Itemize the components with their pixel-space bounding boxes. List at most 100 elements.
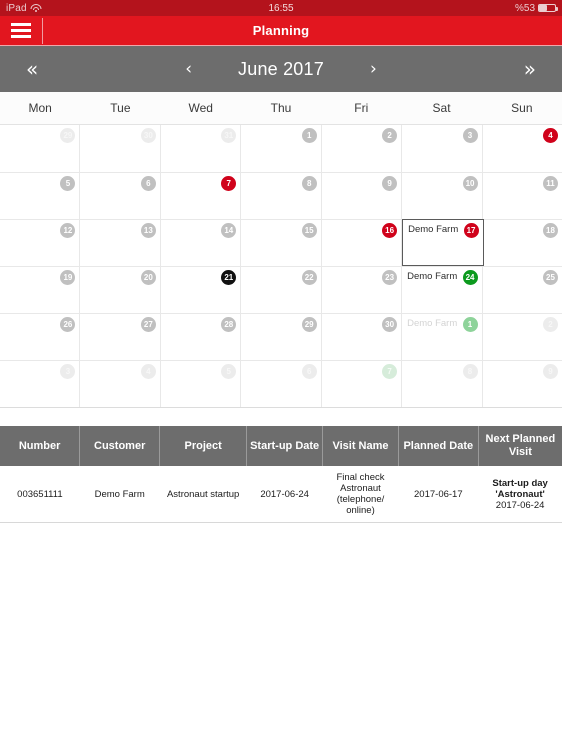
- calendar-day-cell[interactable]: 13: [80, 220, 161, 266]
- day-number-badge: 4: [140, 364, 156, 379]
- day-number-badge: 9: [382, 176, 398, 191]
- cell-customer: Demo Farm: [79, 466, 160, 523]
- cell-startup-date: 2017-06-24: [246, 466, 323, 523]
- day-number-badge: 2: [382, 128, 398, 143]
- column-header-start-up-date[interactable]: Start-up Date: [246, 426, 324, 466]
- previous-month-button[interactable]: ‹: [185, 60, 192, 78]
- weekday-label-sun: Sun: [511, 101, 533, 115]
- calendar-day-cell[interactable]: 4: [80, 361, 161, 407]
- weekday-label-fri: Fri: [354, 101, 369, 115]
- column-header-project[interactable]: Project: [159, 426, 248, 466]
- calendar-day-cell[interactable]: 8: [241, 173, 322, 219]
- calendar-day-cell[interactable]: 9: [321, 173, 403, 219]
- month-navigation-toolbar: « ‹ June 2017 › »: [0, 46, 562, 92]
- weekday-label-wed: Wed: [188, 101, 213, 115]
- calendar-day-cell[interactable]: 31: [160, 125, 242, 172]
- current-month-label: June 2017: [238, 58, 324, 79]
- app-navbar: Planning: [0, 16, 562, 46]
- column-header-number[interactable]: Number: [0, 426, 81, 466]
- calendar-day-cell[interactable]: 29: [241, 314, 322, 360]
- calendar-day-cell[interactable]: 29: [0, 125, 81, 172]
- table-header: Number Customer Project Start-up Date Visit …: [0, 426, 562, 466]
- calendar-day-cell[interactable]: 1: [241, 125, 322, 172]
- calendar-day-cell[interactable]: 7: [321, 361, 403, 407]
- next-visit-title: Start-up day 'Astronaut': [492, 477, 548, 500]
- day-number-badge: 12: [60, 223, 76, 238]
- calendar-day-cell[interactable]: 4: [482, 125, 562, 172]
- calendar-day-cell[interactable]: 27: [80, 314, 161, 360]
- calendar-day-cell[interactable]: 6: [241, 361, 322, 407]
- day-number-badge: 8: [462, 364, 478, 379]
- next-year-button[interactable]: »: [524, 59, 536, 79]
- calendar-day-cell[interactable]: 15: [241, 220, 322, 266]
- calendar-week-row: 29 30 31 1 2 3 4: [0, 125, 562, 172]
- day-number-badge: 21: [221, 270, 237, 285]
- table-header-row: Number Customer Project Start-up Date Visit …: [0, 426, 562, 466]
- calendar-day-cell[interactable]: 28: [160, 314, 242, 360]
- calendar-week-row: 26 27 28 29 30 Demo Farm 1 2: [0, 313, 562, 360]
- calendar-day-cell[interactable]: 25: [482, 267, 562, 313]
- calendar-day-cell[interactable]: 9: [482, 361, 562, 407]
- day-number-badge: 7: [221, 176, 237, 191]
- cell-planned-date: 2017-06-17: [398, 466, 479, 523]
- calendar-day-cell[interactable]: 10: [402, 173, 483, 219]
- day-number-badge: 25: [542, 270, 558, 285]
- calendar-day-cell[interactable]: Demo Farm 1: [402, 314, 483, 360]
- column-header-customer[interactable]: Customer: [79, 426, 161, 466]
- cell-visit-name: Final check Astronaut (telephone/ online…: [322, 466, 399, 523]
- calendar-day-cell[interactable]: 14: [160, 220, 242, 266]
- calendar-day-cell[interactable]: 11: [482, 173, 562, 219]
- calendar-day-cell[interactable]: 18: [482, 220, 562, 266]
- calendar-day-cell[interactable]: 30: [321, 314, 403, 360]
- calendar-day-cell[interactable]: 3: [0, 361, 81, 407]
- calendar-day-cell[interactable]: 22: [241, 267, 322, 313]
- column-header-visit-name[interactable]: Visit Name: [322, 426, 399, 466]
- calendar-day-cell[interactable]: 20: [80, 267, 161, 313]
- day-number-badge: 17: [463, 223, 479, 238]
- day-number-badge: 9: [542, 364, 558, 379]
- calendar-day-cell[interactable]: 5: [160, 361, 242, 407]
- previous-year-button[interactable]: «: [26, 59, 38, 79]
- day-number-badge: 30: [140, 128, 156, 143]
- day-number-badge: 5: [60, 176, 76, 191]
- table-row[interactable]: 003651111 Demo Farm Astronaut startup 2017-…: [0, 466, 562, 523]
- calendar-day-cell[interactable]: 8: [402, 361, 483, 407]
- calendar-day-cell[interactable]: 23: [321, 267, 403, 313]
- calendar-day-cell[interactable]: Demo Farm 24: [402, 267, 483, 313]
- calendar-day-cell[interactable]: 2: [321, 125, 403, 172]
- calendar-day-cell[interactable]: 16: [321, 220, 403, 266]
- calendar-day-cell[interactable]: 12: [0, 220, 81, 266]
- day-number-badge: 3: [60, 364, 76, 379]
- column-header-next-planned-visit[interactable]: Next Planned Visit: [478, 426, 562, 466]
- ios-status-bar: iPad 16:55 %53: [0, 0, 562, 16]
- day-number-badge: 11: [542, 176, 558, 191]
- day-number-badge: 20: [140, 270, 156, 285]
- navbar-divider: [42, 17, 43, 44]
- calendar-day-cell[interactable]: 5: [0, 173, 81, 219]
- calendar-day-cell[interactable]: 7: [160, 173, 242, 219]
- calendar-day-cell[interactable]: 6: [80, 173, 161, 219]
- column-header-planned-date[interactable]: Planned Date: [398, 426, 479, 466]
- calendar-day-cell[interactable]: 19: [0, 267, 81, 313]
- day-number-badge: 16: [382, 223, 398, 238]
- weekday-header-row: Mon Tue Wed Thu Fri Sat Sun: [0, 92, 562, 125]
- day-number-badge: 1: [301, 128, 317, 143]
- hamburger-menu-icon[interactable]: [0, 16, 42, 46]
- day-number-badge: 26: [60, 317, 76, 332]
- calendar-day-cell[interactable]: 30: [80, 125, 161, 172]
- calendar-day-cell[interactable]: 26: [0, 314, 81, 360]
- page-title: Planning: [252, 23, 310, 38]
- table-body: 003651111 Demo Farm Astronaut startup 2017-…: [0, 466, 562, 523]
- calendar-day-cell[interactable]: Demo Farm 17: [402, 219, 484, 266]
- next-month-button[interactable]: ›: [370, 60, 377, 78]
- calendar-week-row: 3 4 5 6 7 8 9: [0, 360, 562, 407]
- calendar-grid: 29 30 31 1 2 3 4 5 6 7 8 9 10 11 12 13 14 15 16 Demo Farm 17…: [0, 125, 562, 408]
- day-number-badge: 4: [542, 128, 558, 143]
- calendar-day-cell[interactable]: 3: [402, 125, 483, 172]
- visit-detail-table: Number Customer Project Start-up Date Visit …: [0, 426, 562, 523]
- calendar-day-cell[interactable]: 21: [160, 267, 242, 313]
- day-number-badge: 5: [221, 364, 237, 379]
- day-number-badge: 6: [301, 364, 317, 379]
- calendar-day-cell[interactable]: 2: [482, 314, 562, 360]
- day-number-badge: 8: [301, 176, 317, 191]
